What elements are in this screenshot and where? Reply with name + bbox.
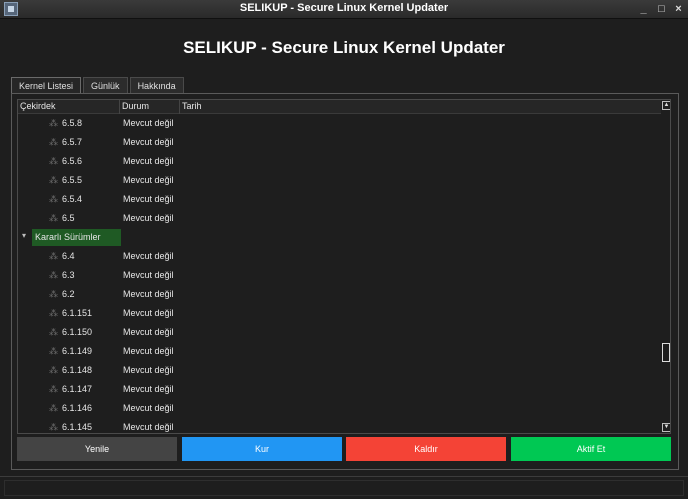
kernel-version: 6.5.8 — [62, 118, 83, 128]
kernel-version: 6.1.145 — [62, 422, 93, 432]
kernel-status: Mevcut değil — [123, 346, 174, 356]
kernel-status: Mevcut değil — [123, 365, 174, 375]
tux-icon: ⁂ — [49, 422, 58, 432]
tux-icon: ⁂ — [49, 175, 58, 185]
tux-icon: ⁂ — [49, 403, 58, 413]
scroll-up-arrow-icon[interactable]: ▲ — [662, 101, 670, 110]
kernel-row[interactable]: ⁂ 6.1.146 Mevcut değil — [18, 399, 661, 418]
tux-icon: ⁂ — [49, 137, 58, 147]
kernel-version: 6.5.5 — [62, 175, 83, 185]
tux-icon: ⁂ — [49, 118, 58, 128]
kernel-row[interactable]: ⁂ 6.4 Mevcut değil — [18, 247, 661, 266]
tux-icon: ⁂ — [49, 346, 58, 356]
tree-header: Çekirdek Durum Tarih — [18, 100, 661, 114]
kernel-version: 6.5.4 — [62, 194, 83, 204]
group-row-stable[interactable]: ▾ Kararlı Sürümler — [18, 228, 661, 247]
kernel-row[interactable]: ⁂ 6.1.150 Mevcut değil — [18, 323, 661, 342]
tux-icon: ⁂ — [49, 251, 58, 261]
kernel-version: 6.5.6 — [62, 156, 83, 166]
tux-icon: ⁂ — [49, 156, 58, 166]
tux-icon: ⁂ — [49, 384, 58, 394]
tux-icon: ⁂ — [49, 213, 58, 223]
maximize-button[interactable]: □ — [656, 3, 667, 15]
tux-icon: ⁂ — [49, 365, 58, 375]
column-header-kernel[interactable]: Çekirdek — [18, 100, 120, 114]
kernel-row[interactable]: ⁂ 6.5.7 Mevcut değil — [18, 133, 661, 152]
kernel-version: 6.1.148 — [62, 365, 93, 375]
tab-log[interactable]: Günlük — [83, 77, 128, 94]
tux-icon: ⁂ — [49, 289, 58, 299]
kernel-row[interactable]: ⁂ 6.5 Mevcut değil — [18, 209, 661, 228]
window-title: SELIKUP - Secure Linux Kernel Updater — [239, 2, 449, 14]
kernel-row[interactable]: ⁂ 6.5.5 Mevcut değil — [18, 171, 661, 190]
kernel-row[interactable]: ⁂ 6.5.4 Mevcut değil — [18, 190, 661, 209]
kernel-status: Mevcut değil — [123, 156, 174, 166]
tab-about[interactable]: Hakkında — [129, 77, 184, 94]
kernel-version: 6.1.146 — [62, 403, 93, 413]
refresh-button[interactable]: Yenile — [17, 437, 177, 461]
kernel-status: Mevcut değil — [123, 213, 174, 223]
kernel-status: Mevcut değil — [123, 194, 174, 204]
tux-icon: ⁂ — [49, 270, 58, 280]
kernel-row[interactable]: ⁂ 6.1.149 Mevcut değil — [18, 342, 661, 361]
minimize-button[interactable]: _ — [638, 3, 649, 15]
kernel-row[interactable]: ⁂ 6.2 Mevcut değil — [18, 285, 661, 304]
kernel-tree[interactable]: Çekirdek Durum Tarih ⁂ 6.5.8 Mevcut değil ⁂… — [17, 99, 671, 434]
tux-icon: ⁂ — [49, 327, 58, 337]
kernel-version: 6.1.151 — [62, 308, 93, 318]
expand-arrow-icon[interactable]: ▾ — [22, 231, 26, 240]
action-buttons: Yenile Kur Kaldır Aktif Et — [17, 437, 671, 461]
tab-bar: Kernel Listesi Günlük Hakkında — [11, 77, 186, 95]
status-bar — [0, 476, 688, 499]
group-label: Kararlı Sürümler — [32, 229, 121, 246]
kernel-row[interactable]: ⁂ 6.1.151 Mevcut değil — [18, 304, 661, 323]
close-button[interactable]: × — [673, 3, 684, 15]
kernel-version: 6.3 — [62, 270, 75, 280]
column-header-status[interactable]: Durum — [120, 100, 180, 114]
tree-rows: ⁂ 6.5.8 Mevcut değil ⁂ 6.5.7 Mevcut değil ⁂ 6.5… — [18, 114, 661, 433]
kernel-version: 6.4 — [62, 251, 75, 261]
kernel-status: Mevcut değil — [123, 403, 174, 413]
kernel-version: 6.1.149 — [62, 346, 93, 356]
tux-icon: ⁂ — [49, 194, 58, 204]
kernel-status: Mevcut değil — [123, 175, 174, 185]
kernel-status: Mevcut değil — [123, 384, 174, 394]
kernel-version: 6.2 — [62, 289, 75, 299]
kernel-version: 6.1.150 — [62, 327, 93, 337]
kernel-row[interactable]: ⁂ 6.3 Mevcut değil — [18, 266, 661, 285]
kernel-row[interactable]: ⁂ 6.5.6 Mevcut değil — [18, 152, 661, 171]
activate-button[interactable]: Aktif Et — [511, 437, 671, 461]
kernel-status: Mevcut değil — [123, 270, 174, 280]
scrollbar-thumb[interactable] — [662, 343, 670, 362]
remove-button[interactable]: Kaldır — [346, 437, 506, 461]
kernel-version: 6.5 — [62, 213, 75, 223]
page-title: SELIKUP - Secure Linux Kernel Updater — [183, 38, 505, 57]
tux-icon: ⁂ — [49, 308, 58, 318]
kernel-status: Mevcut değil — [123, 308, 174, 318]
title-bar: SELIKUP - Secure Linux Kernel Updater _ … — [0, 0, 688, 19]
kernel-status: Mevcut değil — [123, 137, 174, 147]
kernel-row[interactable]: ⁂ 6.1.145 Mevcut değil — [18, 418, 661, 433]
column-header-date[interactable]: Tarih — [180, 100, 661, 114]
kernel-version: 6.5.7 — [62, 137, 83, 147]
kernel-row[interactable]: ⁂ 6.1.148 Mevcut değil — [18, 361, 661, 380]
kernel-row[interactable]: ⁂ 6.1.147 Mevcut değil — [18, 380, 661, 399]
kernel-version: 6.1.147 — [62, 384, 93, 394]
kernel-status: Mevcut değil — [123, 251, 174, 261]
scroll-down-arrow-icon[interactable]: ▼ — [662, 423, 670, 432]
kernel-row[interactable]: ⁂ 6.5.8 Mevcut değil — [18, 114, 661, 133]
vertical-scrollbar[interactable]: ▲ ▼ — [661, 100, 670, 433]
kernel-status: Mevcut değil — [123, 289, 174, 299]
kernel-status: Mevcut değil — [123, 422, 174, 432]
install-button[interactable]: Kur — [182, 437, 342, 461]
kernel-status: Mevcut değil — [123, 118, 174, 128]
kernel-status: Mevcut değil — [123, 327, 174, 337]
status-text — [4, 480, 684, 496]
